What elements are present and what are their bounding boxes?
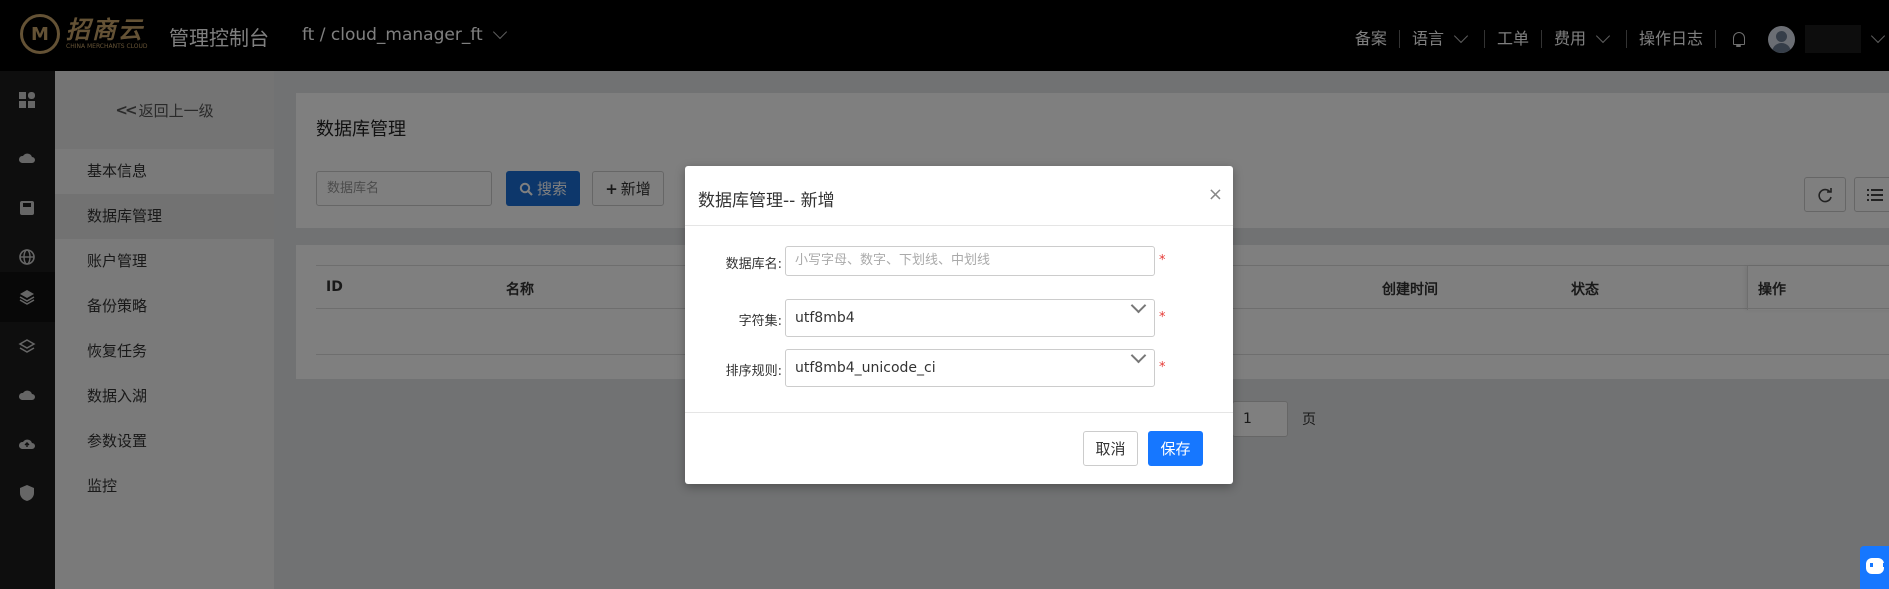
- charset-label: 字符集:: [738, 314, 782, 329]
- required-mark: *: [1159, 310, 1166, 325]
- collation-label: 排序规则:: [725, 364, 782, 379]
- chevron-down-icon: [1130, 297, 1147, 314]
- db-name-input[interactable]: 小写字母、数字、下划线、中划线: [785, 246, 1155, 276]
- collation-select[interactable]: utf8mb4_unicode_ci: [785, 347, 1155, 387]
- add-database-dialog: 数据库管理-- 新增 × 数据库名: 小写字母、数字、下划线、中划线 * 字符集…: [685, 166, 1233, 484]
- cancel-button[interactable]: 取消: [1083, 431, 1138, 466]
- close-icon[interactable]: ×: [1208, 184, 1223, 205]
- dialog-footer: 取消 保存: [685, 412, 1233, 484]
- required-mark: *: [1159, 253, 1166, 268]
- db-name-label: 数据库名:: [725, 257, 782, 272]
- chevron-down-icon: [1130, 347, 1147, 364]
- save-button[interactable]: 保存: [1148, 431, 1203, 466]
- required-mark: *: [1159, 360, 1166, 375]
- dialog-title: 数据库管理-- 新增: [698, 191, 835, 211]
- charset-select[interactable]: utf8mb4: [785, 297, 1155, 337]
- chat-bot-icon[interactable]: [1860, 546, 1889, 589]
